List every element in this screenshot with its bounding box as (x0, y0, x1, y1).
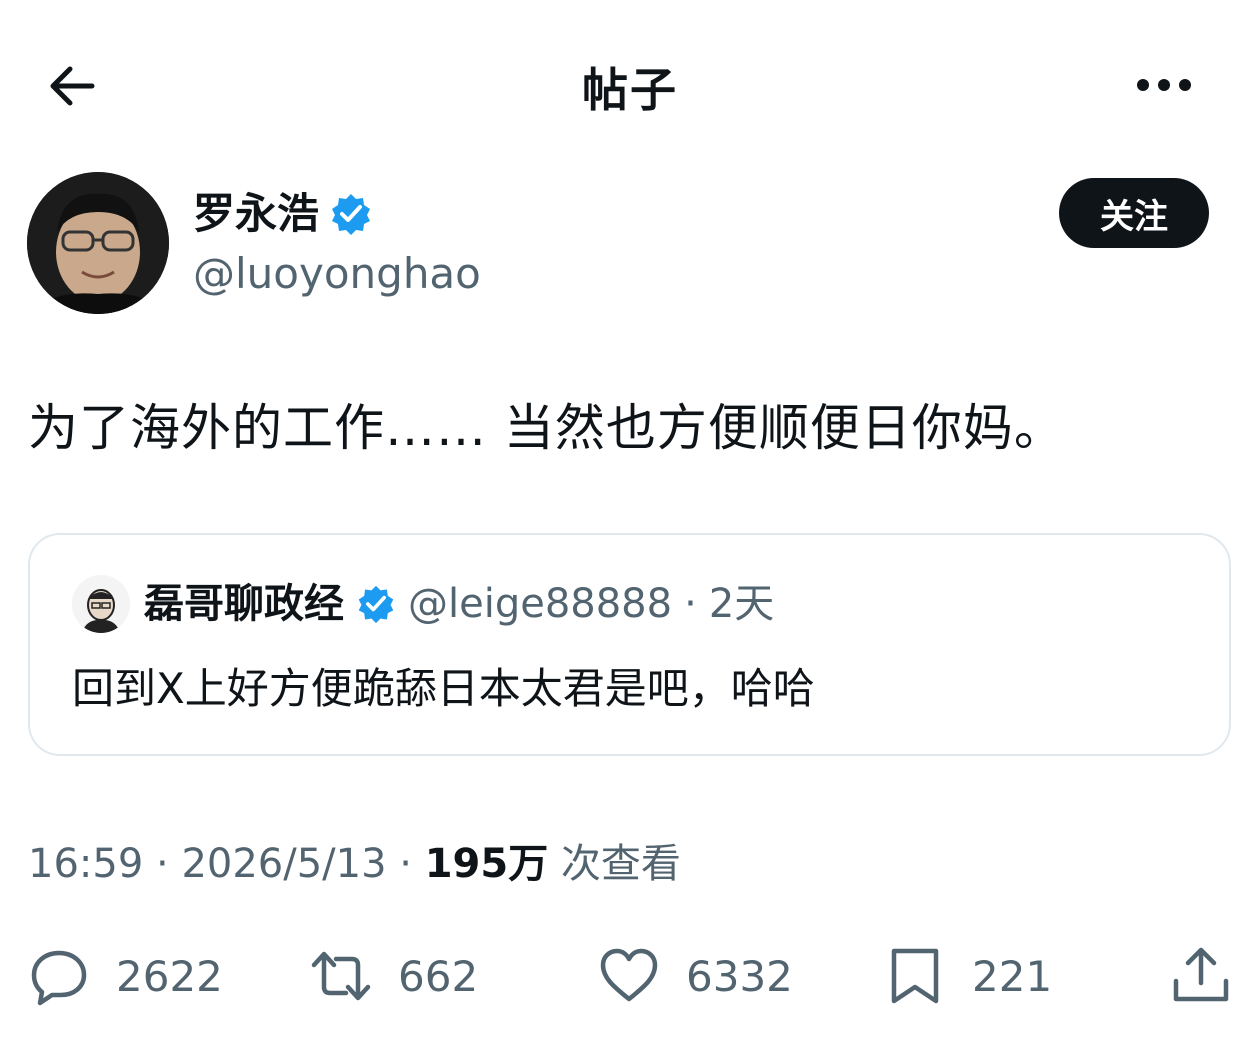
quoted-author-avatar[interactable] (72, 575, 130, 633)
author-name[interactable]: 罗永浩 (193, 188, 319, 240)
post-date[interactable]: 2026/5/13 (181, 841, 386, 887)
repost-count: 662 (398, 951, 479, 1001)
views-label: 次查看 (560, 841, 681, 887)
post-text: 为了海外的工作…… 当然也方便顺便日你妈。 (28, 399, 1065, 457)
repost-button[interactable]: 662 (310, 945, 478, 1007)
author-name-row: 罗永浩 (193, 188, 373, 240)
heart-icon (600, 948, 658, 1002)
post-time[interactable]: 16:59 (28, 841, 143, 887)
page-title: 帖子 (582, 63, 678, 117)
meta-separator: · (399, 841, 412, 887)
reply-button[interactable]: 2622 (28, 945, 223, 1007)
reply-icon (31, 950, 87, 1006)
verified-badge-icon (358, 585, 394, 624)
like-button[interactable]: 6332 (598, 945, 793, 1007)
quoted-post-header: 磊哥聊政经 @leige88888 · 2天 (144, 579, 774, 629)
share-button[interactable] (1170, 945, 1232, 1007)
quoted-post-text: 回到X上好方便跪舔日本太君是吧，哈哈 (72, 664, 815, 713)
author-handle[interactable]: @luoyonghao (193, 248, 481, 300)
meta-separator: · (684, 581, 697, 627)
bookmark-count: 221 (972, 951, 1053, 1001)
author-avatar[interactable] (27, 172, 169, 314)
views-count: 195万 (424, 841, 549, 887)
verified-badge-icon (332, 194, 371, 235)
share-icon (1173, 947, 1229, 1002)
quoted-author-name[interactable]: 磊哥聊政经 (144, 579, 344, 629)
quoted-author-handle[interactable]: @leige88888 (408, 579, 672, 629)
like-count: 6332 (686, 951, 793, 1001)
quoted-post-age: 2天 (708, 581, 775, 627)
reply-count: 2622 (116, 951, 223, 1001)
more-options-icon[interactable] (1134, 70, 1194, 100)
bookmark-icon (891, 948, 939, 1004)
repost-icon (311, 951, 371, 1001)
post-meta: 16:59 · 2026/5/13 · 195万 次查看 (28, 838, 681, 890)
quoted-post-card[interactable]: 磊哥聊政经 @leige88888 · 2天 回到X上好方便跪舔日本太君是吧，哈… (28, 533, 1231, 756)
meta-separator: · (156, 841, 169, 887)
bookmark-button[interactable]: 221 (884, 945, 1052, 1007)
follow-button[interactable]: 关注 (1059, 178, 1209, 248)
